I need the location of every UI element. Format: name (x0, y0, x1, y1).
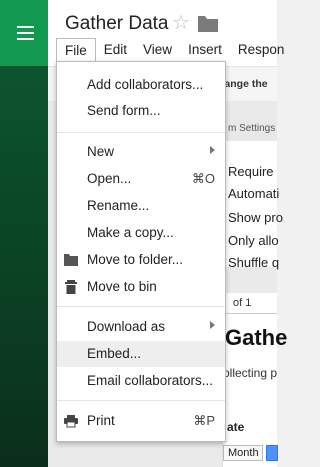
menu-bar: File Edit View Insert Respon (56, 38, 292, 62)
menu-item-add-collaborators[interactable]: Add collaborators... (57, 72, 225, 98)
menu-item-label: Download as (87, 319, 166, 334)
list-icon (14, 25, 34, 41)
menu-file[interactable]: File (56, 38, 96, 62)
submenu-arrow-icon (210, 321, 215, 329)
divider (223, 313, 277, 314)
menu-item-label: New (87, 144, 115, 159)
menu-item-open[interactable]: Open... ⌘O (57, 166, 225, 192)
form-settings-panel: m Settings Require Automati Show pro Onl… (222, 119, 283, 270)
menu-item-download-as[interactable]: Download as (57, 314, 225, 340)
menu-insert[interactable]: Insert (180, 38, 230, 62)
menu-item-embed[interactable]: Embed... (57, 341, 225, 367)
left-sidebar-strip (0, 0, 48, 467)
blue-control[interactable] (266, 445, 278, 461)
menu-item-rename[interactable]: Rename... (57, 193, 225, 219)
menu-responses[interactable]: Respon (230, 38, 293, 62)
printer-icon (64, 415, 78, 428)
menu-item-label: Move to bin (87, 279, 157, 294)
menu-item-label: Print (87, 413, 115, 428)
setting-automatic[interactable]: Automati (228, 186, 279, 201)
menu-item-label: Email collaborators... (87, 373, 214, 388)
menu-item-label: Send form... (87, 103, 161, 118)
page-indicator: of 1 (233, 297, 252, 309)
menu-item-label: Make a copy... (87, 225, 174, 240)
menu-separator (57, 306, 225, 307)
folder-icon[interactable] (198, 16, 218, 32)
trash-icon (65, 280, 77, 294)
menu-item-print[interactable]: Print ⌘P (57, 408, 225, 434)
document-title[interactable]: Gather Data (65, 13, 169, 35)
menu-item-move-to-folder[interactable]: Move to folder... (57, 247, 225, 273)
menu-separator (57, 400, 225, 401)
menu-item-make-copy[interactable]: Make a copy... (57, 220, 225, 246)
setting-shuffle[interactable]: Shuffle q (228, 255, 279, 270)
folder-icon (64, 254, 78, 266)
form-page: of 1 Gathe ollecting p ate Month (222, 293, 287, 467)
menu-item-send-form[interactable]: Send form... (57, 98, 225, 124)
shortcut-label: ⌘P (193, 413, 215, 428)
form-description[interactable]: ollecting p (223, 366, 277, 380)
menu-item-label: Open... (87, 171, 132, 186)
menu-item-move-to-bin[interactable]: Move to bin (57, 274, 225, 300)
forms-home-button[interactable] (0, 0, 48, 66)
menu-item-label: Move to folder... (87, 252, 184, 267)
menu-item-email-collaborators[interactable]: Email collaborators... (57, 368, 225, 394)
submenu-arrow-icon (210, 146, 215, 154)
menu-item-label: Rename... (87, 198, 150, 213)
file-menu-dropdown: Add collaborators... Send form... New Op… (56, 61, 226, 442)
header: Gather Data ☆ File Edit View Insert Resp… (48, 0, 284, 66)
date-question-label: ate (227, 420, 245, 434)
menu-item-label: Embed... (87, 346, 142, 361)
star-icon[interactable]: ☆ (172, 13, 190, 33)
form-title[interactable]: Gathe (225, 325, 287, 351)
shortcut-label: ⌘O (191, 171, 215, 186)
menu-item-new[interactable]: New (57, 139, 225, 165)
menu-item-label: Add collaborators... (87, 77, 204, 92)
menu-view[interactable]: View (135, 38, 180, 62)
setting-only-allow[interactable]: Only allo (228, 233, 279, 248)
menu-separator (57, 132, 225, 133)
menu-edit[interactable]: Edit (96, 38, 135, 62)
setting-show-progress[interactable]: Show pro (228, 210, 283, 225)
month-select[interactable]: Month (223, 445, 263, 461)
settings-heading: m Settings (223, 119, 277, 141)
setting-require[interactable]: Require (228, 164, 274, 179)
